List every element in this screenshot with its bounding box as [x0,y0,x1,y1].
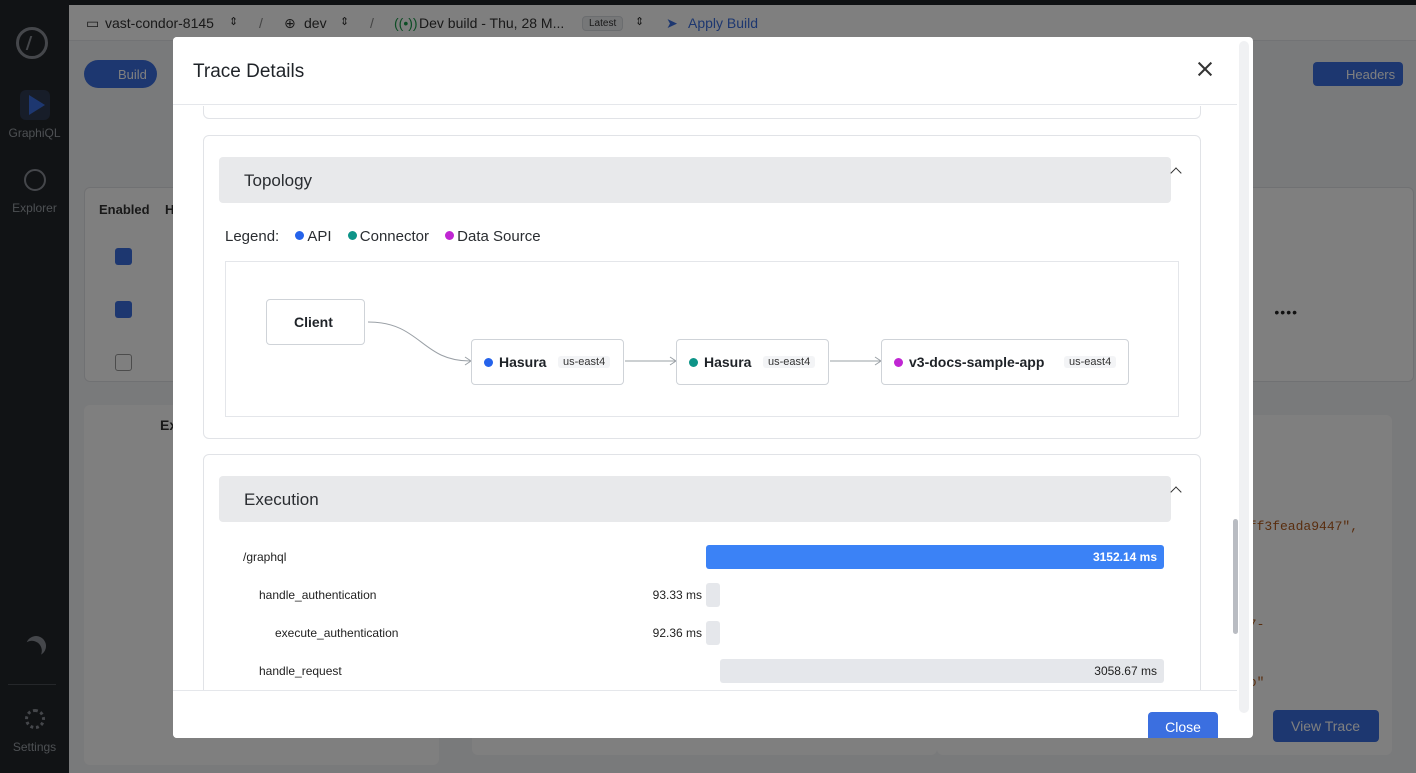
legend-label: Legend: [225,228,280,245]
topology-header[interactable]: Topology [219,157,1171,203]
section-title: Execution [244,490,319,509]
legend-item-connector: Connector [359,228,429,245]
node-region: us-east4 [558,356,611,368]
legend-dot-connector [347,231,357,240]
span-bar[interactable]: 3058.67 ms [719,659,1164,683]
modal-scrollbar[interactable] [1239,41,1249,713]
modal-title: Trace Details [193,61,305,82]
legend-dot-api [295,231,305,240]
topology-node-client[interactable]: Client [266,299,365,345]
legend-item-api: API [307,228,332,245]
span-bar[interactable] [706,621,720,645]
span-bar[interactable] [706,583,720,607]
modal-scrollbar-thumb[interactable] [1233,519,1238,634]
topology-node-data-source[interactable]: v3-docs-sample-app us-east4 [881,339,1129,385]
api-dot [484,358,493,367]
span-duration: 3152.14 ms [1092,550,1157,564]
topology-node-hasura-api[interactable]: Hasura us-east4 [471,339,624,385]
span-name: handle_authentication [259,588,377,602]
data-source-dot [894,358,903,367]
section-title: Topology [244,171,313,190]
span-bar[interactable]: 3152.14 ms [706,545,1164,569]
legend-dot-data-source [445,231,455,240]
previous-section-card [203,106,1201,119]
trace-details-modal: Trace Details Topology Legend: API Conne… [173,37,1253,738]
node-name: Hasura [704,354,752,370]
topology-node-hasura-connector[interactable]: Hasura us-east4 [676,339,829,385]
modal-header: Trace Details [173,37,1237,105]
span-duration: 93.33 ms [652,588,702,602]
node-name: v3-docs-sample-app [909,354,1045,370]
modal-footer: Close [173,690,1237,738]
span-duration: 92.36 ms [652,626,702,640]
modal-body: Topology Legend: API Connector Data Sour… [173,106,1237,690]
node-region: us-east4 [763,356,816,368]
span-duration: 3058.67 ms [1094,664,1157,678]
chevron-up-icon[interactable] [1170,486,1182,498]
span-name: /graphql [243,550,287,564]
legend-item-data-source: Data Source [457,228,541,245]
node-name: Client [294,314,333,330]
close-icon[interactable] [1197,61,1213,77]
close-button[interactable]: Close [1148,712,1218,738]
chevron-up-icon[interactable] [1170,167,1182,179]
edge-client-api [367,321,471,362]
node-region: us-east4 [1064,356,1117,368]
execution-section: Execution /graphql 3152.14 ms handle_authe… [203,454,1201,690]
span-name: execute_authentication [275,626,399,640]
node-name: Hasura [499,354,547,370]
execution-header[interactable]: Execution [219,476,1171,522]
span-name: handle_request [259,664,342,678]
connector-dot [689,358,698,367]
topology-section: Topology Legend: API Connector Data Sour… [203,135,1201,439]
topology-legend: Legend: API Connector Data Source [225,228,541,245]
topology-graph: Client Hasura us-east4 Hasura us-east4 v… [225,261,1179,417]
